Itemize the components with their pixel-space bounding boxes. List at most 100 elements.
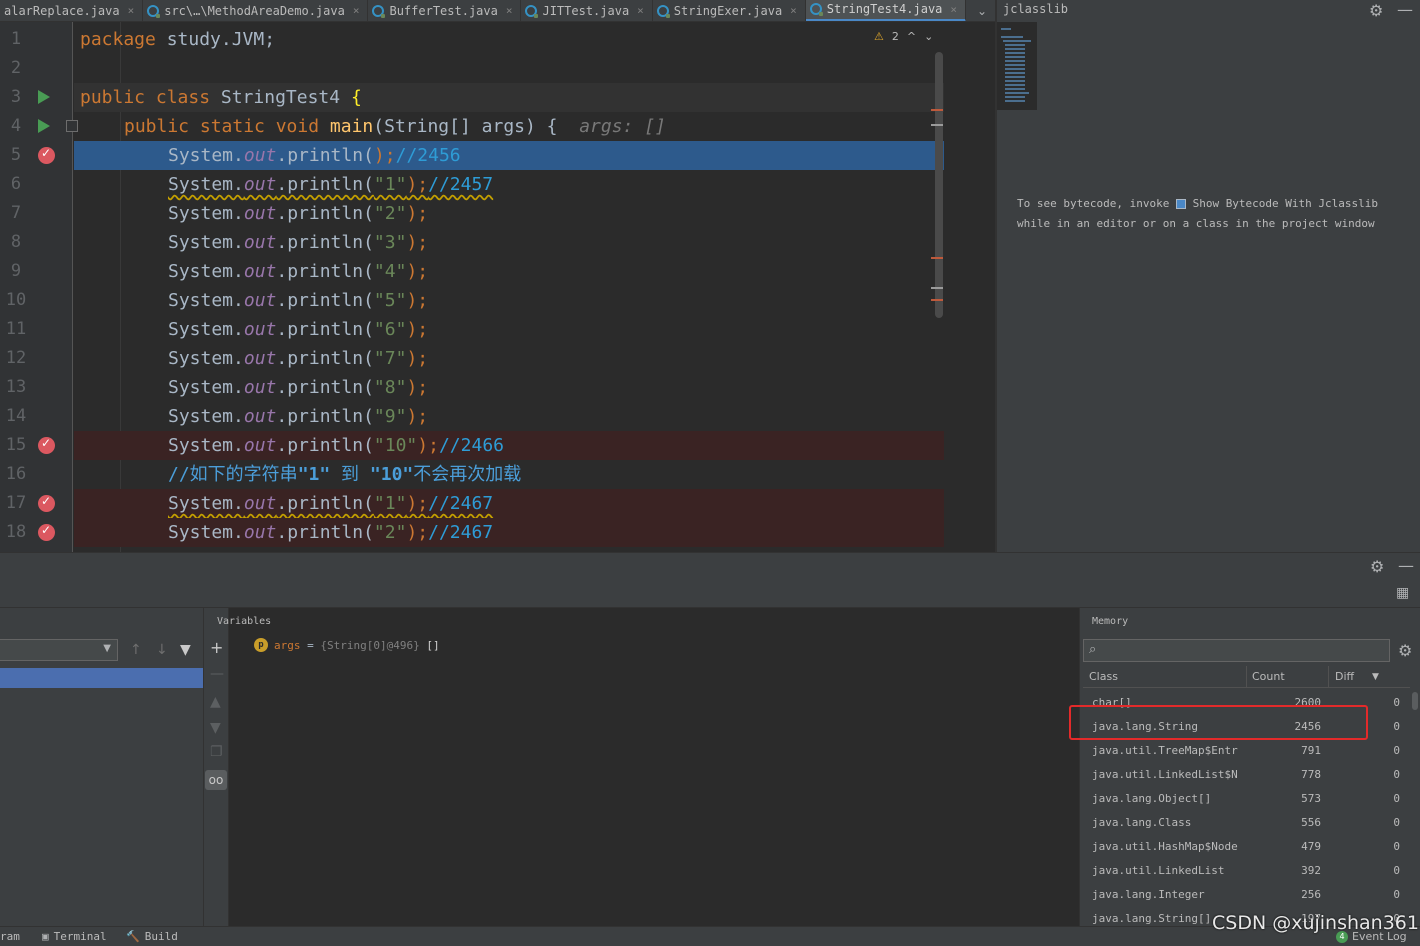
terminal-button[interactable]: ▣ Terminal bbox=[42, 930, 107, 943]
table-row[interactable]: java.lang.Object[] 573 0 bbox=[1083, 786, 1410, 810]
tab-string-exer[interactable]: StringExer.java × bbox=[653, 0, 806, 21]
code-line[interactable]: System.out.println("8"); bbox=[74, 373, 944, 402]
minimize-icon[interactable]: — bbox=[1397, 0, 1413, 19]
close-icon[interactable]: × bbox=[637, 4, 644, 17]
code-line[interactable]: package study.JVM; bbox=[74, 25, 944, 54]
column-header-class[interactable]: Class bbox=[1089, 670, 1118, 683]
close-icon[interactable]: × bbox=[353, 4, 360, 17]
code-line[interactable]: public static void main(String[] args) {… bbox=[74, 112, 944, 141]
breakpoint-icon[interactable] bbox=[38, 436, 55, 454]
tool-window-button[interactable]: ram bbox=[0, 930, 20, 943]
sort-descending-icon[interactable]: ▼ bbox=[1372, 672, 1379, 682]
filter-icon[interactable]: ▼ bbox=[180, 642, 191, 658]
string-literal: "9" bbox=[373, 406, 407, 427]
code-line[interactable]: public class StringTest4 { bbox=[74, 83, 944, 112]
cell-count: 256 bbox=[1301, 888, 1321, 901]
code-area[interactable]: package study.JVM; public class StringTe… bbox=[74, 22, 944, 552]
inspection-widget[interactable]: ⚠ 2 ^ ⌄ bbox=[874, 30, 933, 43]
table-row[interactable]: java.lang.Class 556 0 bbox=[1083, 810, 1410, 834]
breakpoint-icon[interactable] bbox=[38, 146, 55, 164]
code-line[interactable]: System.out.println("1");//2457 bbox=[74, 170, 944, 199]
column-header-count[interactable]: Count bbox=[1252, 670, 1285, 683]
cell-diff: 0 bbox=[1393, 864, 1400, 877]
variable-row[interactable]: p args = {String[0]@496} [] bbox=[254, 638, 440, 652]
code-line[interactable]: System.out.println("5"); bbox=[74, 286, 944, 315]
cell-count: 778 bbox=[1301, 768, 1321, 781]
show-watches-icon[interactable]: oo bbox=[205, 770, 227, 790]
error-stripe-marker[interactable] bbox=[931, 109, 943, 111]
code-line[interactable]: System.out.println("7"); bbox=[74, 344, 944, 373]
thread-selector[interactable]: ▼ bbox=[0, 639, 118, 661]
previous-highlight-icon[interactable]: ^ bbox=[907, 30, 916, 43]
minimap-line bbox=[1005, 72, 1025, 74]
move-up-icon[interactable]: ▲ bbox=[210, 694, 221, 710]
parameter-icon: p bbox=[254, 638, 268, 652]
table-row[interactable]: java.util.HashMap$Node 479 0 bbox=[1083, 834, 1410, 858]
remove-watch-icon[interactable]: — bbox=[210, 666, 224, 682]
close-icon[interactable]: × bbox=[790, 4, 797, 17]
code-token: out bbox=[243, 493, 277, 514]
code-line[interactable]: System.out.println("3"); bbox=[74, 228, 944, 257]
code-line[interactable]: System.out.println("6"); bbox=[74, 315, 944, 344]
jclasslib-title[interactable]: jclasslib bbox=[1003, 2, 1068, 16]
memory-scrollbar[interactable] bbox=[1412, 692, 1418, 710]
code-line[interactable]: System.out.println("2"); bbox=[74, 199, 944, 228]
column-separator[interactable] bbox=[1328, 666, 1329, 688]
gear-icon[interactable]: ⚙ bbox=[1370, 557, 1384, 576]
layout-settings-icon[interactable]: ▦ bbox=[1396, 585, 1409, 601]
error-stripe-marker[interactable] bbox=[931, 287, 943, 289]
code-line[interactable]: System.out.println("4"); bbox=[74, 257, 944, 286]
next-highlight-icon[interactable]: ⌄ bbox=[924, 30, 933, 43]
code-minimap[interactable] bbox=[997, 22, 1037, 110]
variables-panel[interactable] bbox=[229, 608, 1079, 926]
code-line[interactable]: //如下的字符串"1" 到 "10"不会再次加载 bbox=[74, 460, 944, 489]
editor-scrollbar[interactable] bbox=[935, 52, 943, 318]
tab-method-area-demo[interactable]: src\…\MethodAreaDemo.java × bbox=[143, 0, 369, 21]
variables-title: Variables bbox=[217, 616, 272, 627]
error-stripe-marker[interactable] bbox=[931, 299, 943, 301]
frame-item-selected[interactable] bbox=[0, 668, 203, 688]
code-line-breakpoint[interactable]: System.out.println("10");//2466 bbox=[74, 431, 944, 460]
code-line-current[interactable]: System.out.println();//2456 bbox=[74, 141, 944, 170]
code-comment: //2467 bbox=[428, 522, 494, 543]
breakpoint-icon[interactable] bbox=[38, 494, 55, 512]
code-token: System. bbox=[168, 203, 244, 224]
run-icon[interactable] bbox=[38, 90, 50, 104]
run-icon[interactable] bbox=[38, 119, 50, 133]
table-row[interactable]: java.util.LinkedList$N 778 0 bbox=[1083, 762, 1410, 786]
tab-string-test4[interactable]: StringTest4.java × bbox=[805, 0, 967, 21]
copy-icon[interactable]: ❐ bbox=[210, 744, 223, 760]
arrow-up-icon[interactable]: ↑ bbox=[130, 642, 142, 658]
code-line[interactable] bbox=[74, 54, 944, 83]
tab-scalar-replace[interactable]: alarReplace.java × bbox=[0, 0, 144, 21]
arrow-down-icon[interactable]: ↓ bbox=[156, 642, 168, 658]
minimize-icon[interactable]: — bbox=[1398, 556, 1414, 575]
memory-search-input[interactable]: ⌕ bbox=[1083, 639, 1390, 662]
line-number: 13 bbox=[5, 377, 27, 397]
table-row[interactable]: java.lang.Integer 256 0 bbox=[1083, 882, 1410, 906]
close-icon[interactable]: × bbox=[128, 4, 135, 17]
code-line-breakpoint[interactable]: System.out.println("2");//2467 bbox=[74, 518, 944, 547]
move-down-icon[interactable]: ▼ bbox=[210, 720, 221, 736]
code-comment: 到 bbox=[330, 464, 370, 485]
breakpoint-icon[interactable] bbox=[38, 523, 55, 541]
add-watch-icon[interactable]: + bbox=[210, 638, 223, 657]
tab-jit-test[interactable]: JITTest.java × bbox=[521, 0, 653, 21]
code-line-breakpoint[interactable]: System.out.println("1");//2467 bbox=[74, 489, 944, 518]
tab-overflow-chevron-icon[interactable]: ⌄ bbox=[972, 4, 992, 18]
error-stripe-marker[interactable] bbox=[931, 257, 943, 259]
code-line[interactable]: System.out.println("9"); bbox=[74, 402, 944, 431]
gear-icon[interactable]: ⚙ bbox=[1398, 641, 1412, 660]
column-header-diff[interactable]: Diff bbox=[1335, 670, 1354, 683]
code-editor[interactable]: 1 2 3 4 5 6 7 8 9 10 11 12 13 14 15 16 1… bbox=[0, 22, 946, 552]
close-icon[interactable]: × bbox=[950, 3, 957, 16]
gutter-line: 15 bbox=[0, 431, 73, 460]
close-icon[interactable]: × bbox=[506, 4, 513, 17]
gear-icon[interactable]: ⚙ bbox=[1369, 1, 1383, 20]
tab-buffer-test[interactable]: BufferTest.java × bbox=[368, 0, 522, 21]
error-stripe-marker[interactable] bbox=[931, 124, 943, 126]
build-button[interactable]: 🔨 Build bbox=[126, 930, 178, 943]
table-row[interactable]: java.util.LinkedList 392 0 bbox=[1083, 858, 1410, 882]
column-separator[interactable] bbox=[1246, 666, 1247, 688]
table-row[interactable]: java.util.TreeMap$Entr 791 0 bbox=[1083, 738, 1410, 762]
